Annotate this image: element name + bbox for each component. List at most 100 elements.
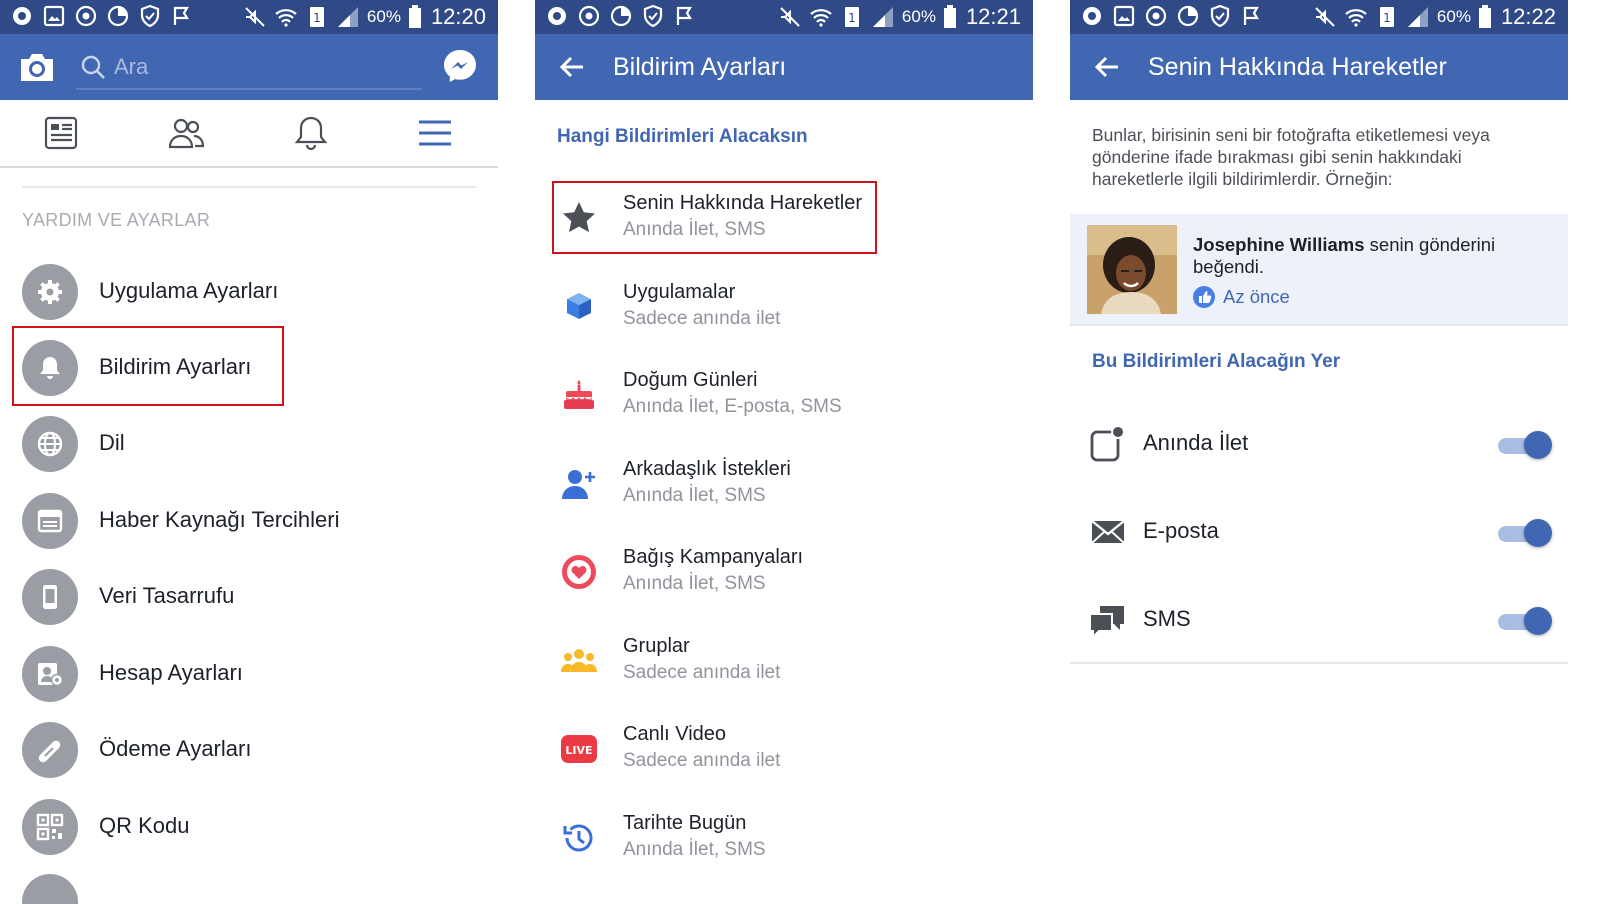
battery-percent: 60%	[1436, 7, 1471, 26]
highlight-box	[12, 326, 284, 406]
mute-icon	[245, 7, 265, 27]
mute-icon	[1315, 7, 1335, 27]
gear-icon	[38, 280, 62, 304]
back-arrow-icon[interactable]	[1092, 52, 1122, 82]
menu-item-label: Uygulama Ayarları	[99, 278, 279, 303]
clock: 12:20	[430, 4, 486, 29]
sync-icon	[75, 5, 97, 27]
sim-icon: 1	[1379, 7, 1394, 27]
shield-icon	[643, 4, 663, 28]
signal-icon	[872, 7, 893, 27]
example-time: Az önce	[1223, 286, 1290, 307]
notif-item-friend-requests[interactable]: Arkadaşlık İstekleri Anında İlet, SMS	[535, 446, 1033, 534]
flag-icon	[1243, 6, 1259, 25]
notif-subtitle: Anında İlet, SMS	[623, 839, 766, 860]
menu-item-label: Ödeme Ayarları	[99, 736, 252, 761]
menu-item-app-settings[interactable]: Uygulama Ayarları	[0, 254, 498, 328]
globe-icon	[37, 431, 63, 457]
menu-item-language[interactable]: Dil	[0, 406, 498, 480]
email-toggle[interactable]	[1498, 518, 1552, 548]
channel-sms[interactable]: SMS	[1070, 576, 1568, 664]
friends-tab-icon[interactable]	[167, 114, 205, 152]
section-header: YARDIM VE AYARLAR	[22, 210, 211, 230]
camera-icon[interactable]	[18, 51, 56, 83]
shield-icon	[140, 4, 160, 28]
sync-icon	[578, 5, 600, 27]
notif-title: Canlı Video	[623, 723, 727, 745]
search-input[interactable]: Ara	[76, 50, 422, 90]
add-friend-icon	[562, 470, 595, 499]
like-icon	[1193, 286, 1215, 308]
app-notification-icon	[13, 7, 31, 25]
screen-header: Bildirim Ayarları	[535, 34, 1033, 100]
status-bar: 1 60% 12:20	[0, 0, 498, 34]
newsfeed-tab-icon[interactable]	[42, 114, 80, 152]
highlight-box	[552, 181, 877, 254]
menu-item-qr-code[interactable]: QR Kodu	[0, 789, 498, 863]
notif-subtitle: Sadece anında ilet	[623, 308, 781, 329]
app-notification-icon	[548, 7, 566, 25]
menu-item-label: Hesap Ayarları	[99, 660, 243, 685]
notif-item-birthdays[interactable]: Doğum Günleri Anında İlet, E-posta, SMS	[535, 357, 1033, 445]
notification-settings-screen: 1 60% 12:21 Bildirim Ayarları Hangi Bild…	[535, 0, 1033, 904]
channel-label: Anında İlet	[1143, 430, 1249, 455]
messenger-icon[interactable]	[442, 48, 478, 84]
notif-item-on-this-day[interactable]: Tarihte Bugün Anında İlet, SMS	[535, 800, 1033, 888]
notif-title: Gruplar	[623, 635, 690, 657]
menu-item-data-saver[interactable]: Veri Tasarrufu	[0, 559, 498, 633]
wifi-icon	[275, 9, 297, 27]
page-title: Senin Hakkında Hareketler	[1148, 53, 1447, 81]
menu-item-label: Veri Tasarrufu	[99, 583, 235, 608]
divider	[1070, 662, 1568, 664]
battery-icon	[943, 5, 956, 28]
data-usage-icon	[1177, 5, 1199, 27]
battery-percent: 60%	[901, 7, 936, 26]
notif-item-live-video[interactable]: LIVE Canlı Video Sadece anında ilet	[535, 711, 1033, 799]
notif-item-apps[interactable]: Uygulamalar Sadece anında ilet	[535, 269, 1033, 357]
signal-icon	[337, 7, 358, 27]
notif-subtitle: Sadece anında ilet	[623, 662, 781, 683]
section-header: Hangi Bildirimleri Alacaksın	[557, 126, 808, 147]
clock: 12:21	[965, 4, 1021, 29]
sms-toggle[interactable]	[1498, 606, 1552, 636]
notif-subtitle: Anında İlet, E-posta, SMS	[623, 396, 842, 417]
svg-text:1: 1	[848, 11, 856, 25]
live-video-icon: LIVE	[561, 735, 597, 763]
channel-push[interactable]: Anında İlet	[1070, 400, 1568, 488]
battery-icon	[1478, 5, 1491, 28]
menu-tab-icon[interactable]	[416, 114, 454, 152]
divider	[1070, 324, 1568, 326]
app-notification-icon	[1083, 7, 1101, 25]
mute-icon	[780, 7, 800, 27]
wifi-icon	[810, 9, 832, 27]
menu-item-newsfeed-preferences[interactable]: Haber Kaynağı Tercihleri	[0, 483, 498, 557]
notifications-tab-icon[interactable]	[292, 114, 330, 152]
notif-item-groups[interactable]: Gruplar Sadece anında ilet	[535, 623, 1033, 711]
signal-icon	[1407, 7, 1428, 27]
sms-icon	[1089, 606, 1124, 640]
notif-title: Tarihte Bugün	[623, 812, 747, 834]
history-icon	[563, 824, 593, 852]
status-bar: 1 60% 12:22	[1070, 0, 1568, 34]
menu-item-payment-settings[interactable]: Ödeme Ayarları	[0, 712, 498, 786]
example-name: Josephine Williams	[1193, 234, 1365, 255]
notif-subtitle: Anında İlet, SMS	[623, 485, 766, 506]
channel-label: E-posta	[1143, 518, 1219, 543]
data-usage-icon	[107, 5, 129, 27]
qr-code-icon	[36, 813, 64, 841]
notif-title: Bağış Kampanyaları	[623, 546, 804, 568]
notif-item-fundraisers[interactable]: Bağış Kampanyaları Anında İlet, SMS	[535, 534, 1033, 622]
back-arrow-icon[interactable]	[557, 52, 587, 82]
channel-email[interactable]: E-posta	[1070, 488, 1568, 576]
push-toggle[interactable]	[1498, 430, 1552, 460]
example-text: Josephine Williams senin gönderini beğen…	[1193, 234, 1543, 278]
menu-item-label: Dil	[99, 430, 125, 455]
sim-icon: 1	[309, 7, 324, 27]
divider	[22, 186, 476, 188]
data-usage-icon	[610, 5, 632, 27]
search-header: Ara	[0, 34, 498, 100]
menu-item-account-settings[interactable]: Hesap Ayarları	[0, 636, 498, 710]
status-bar: 1 60% 12:21	[535, 0, 1033, 34]
battery-percent: 60%	[366, 7, 401, 26]
menu-item-more[interactable]	[0, 864, 498, 904]
